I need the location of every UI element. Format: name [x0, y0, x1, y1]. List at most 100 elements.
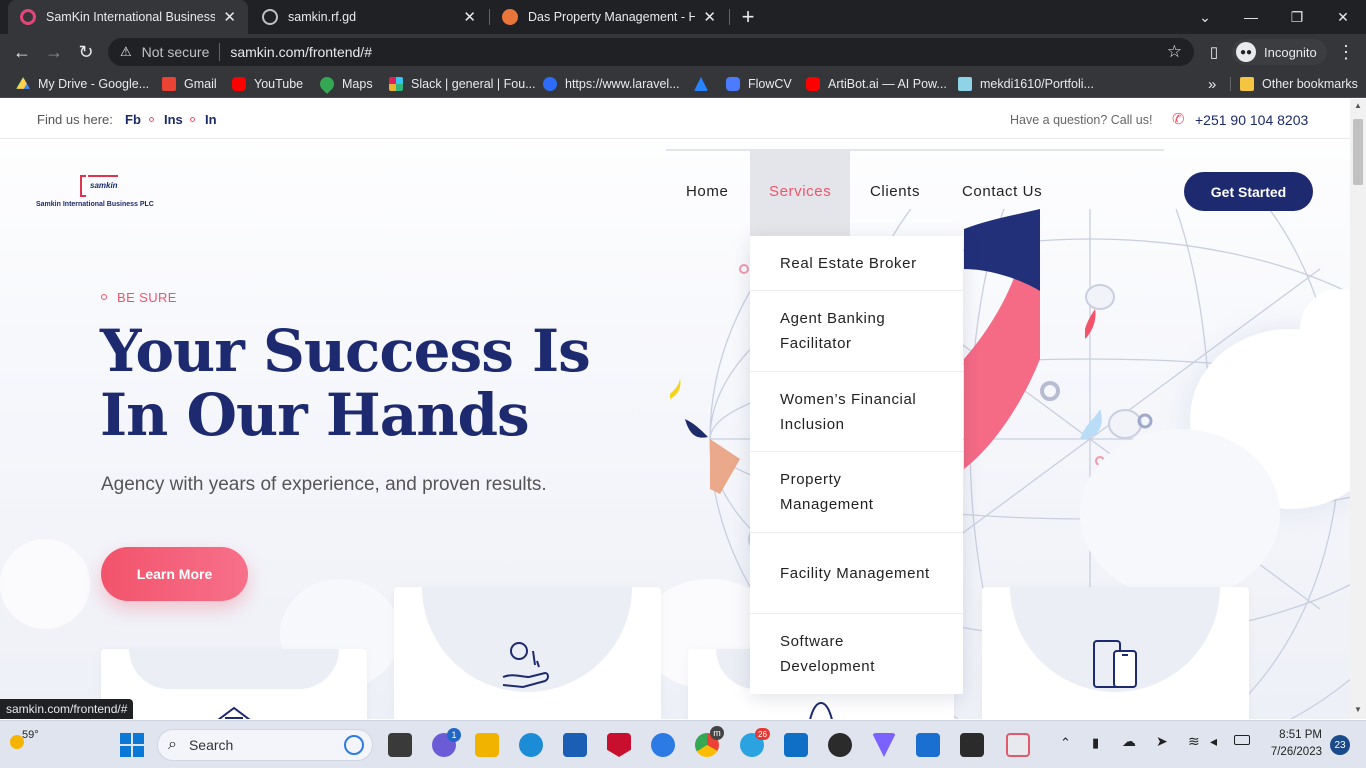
- dropdown-item-real-estate-broker[interactable]: Real Estate Broker: [750, 236, 963, 291]
- dropdown-item-womens-financial-inclusion[interactable]: Women’s Financial Inclusion: [750, 372, 963, 452]
- weather-temp[interactable]: 59°: [22, 729, 39, 741]
- bookmark-item[interactable]: FlowCV: [726, 75, 792, 93]
- back-icon[interactable]: ←: [8, 38, 36, 66]
- get-started-button[interactable]: Get Started: [1184, 172, 1313, 211]
- url-text[interactable]: samkin.com/frontend/#: [230, 44, 372, 60]
- scrollbar-thumb[interactable]: [1353, 119, 1363, 185]
- bookmark-item[interactable]: Slack | general | Fou...: [389, 75, 536, 93]
- forward-icon[interactable]: →: [40, 38, 68, 66]
- mcafee-icon[interactable]: [607, 733, 631, 757]
- clock-time[interactable]: 8:51 PM: [1272, 729, 1322, 741]
- phone-icon: ✆: [1172, 111, 1185, 128]
- incognito-label: Incognito: [1264, 44, 1317, 60]
- start-pane: [133, 746, 144, 757]
- bookmark-item[interactable]: My Drive - Google...: [16, 75, 149, 93]
- security-label[interactable]: Not secure: [142, 44, 210, 60]
- chevron-up-icon[interactable]: ⌃: [1060, 735, 1071, 751]
- logo-mark-icon: [80, 175, 86, 197]
- menu-icon[interactable]: ⋮: [1332, 38, 1360, 66]
- restore-button[interactable]: ❐: [1274, 0, 1320, 34]
- taskbar-search-box[interactable]: ⌕ Search: [157, 729, 373, 761]
- social-link-linkedin[interactable]: In: [205, 112, 217, 127]
- vscode-icon[interactable]: [784, 733, 808, 757]
- bookmark-item[interactable]: mekdi1610/Portfoli...: [958, 75, 1094, 93]
- site-topbar: Find us here: Fb Ins In Have a question?…: [0, 99, 1350, 139]
- nav-contact-us[interactable]: Contact Us: [962, 183, 1042, 200]
- bookmark-label: My Drive - Google...: [38, 77, 150, 91]
- tab-divider: [729, 9, 730, 25]
- minimize-button[interactable]: —: [1228, 0, 1274, 34]
- tab-samkin-rf[interactable]: samkin.rf.gd ✕: [250, 0, 488, 34]
- start-button[interactable]: [120, 733, 144, 757]
- address-bar[interactable]: ⚠ Not secure samkin.com/frontend/# ☆: [108, 38, 1194, 66]
- tab-samkin[interactable]: SamKin International Business PLC ✕: [8, 0, 248, 34]
- notepad-icon[interactable]: [916, 733, 940, 757]
- bookmark-item[interactable]: Maps: [317, 74, 373, 94]
- battery-icon[interactable]: [1234, 735, 1250, 745]
- browser-toolbar: ← → ↻ ⚠ Not secure samkin.com/frontend/#…: [0, 34, 1366, 70]
- nav-services[interactable]: Services: [769, 183, 831, 200]
- dropdown-item-agent-banking[interactable]: Agent Banking Facilitator: [750, 291, 963, 372]
- question-text: Have a question? Call us!: [1010, 113, 1153, 127]
- globe-icon: [262, 9, 278, 25]
- warning-icon[interactable]: ⚠: [120, 44, 132, 60]
- dropdown-item-property-management[interactable]: Property Management: [750, 452, 963, 533]
- close-icon[interactable]: ✕: [703, 8, 716, 26]
- vpn-icon[interactable]: [872, 733, 896, 757]
- bookmark-item[interactable]: [694, 75, 716, 93]
- social-link-instagram[interactable]: Ins: [164, 112, 183, 127]
- bookmark-label: Gmail: [184, 77, 217, 91]
- volume-icon[interactable]: ◂: [1210, 733, 1217, 750]
- side-panel-icon[interactable]: ▯: [1200, 38, 1228, 66]
- nav-home[interactable]: Home: [686, 183, 728, 200]
- service-card[interactable]: [101, 649, 367, 719]
- bookmarks-overflow-button[interactable]: »: [1208, 75, 1216, 93]
- close-icon[interactable]: ✕: [463, 8, 476, 26]
- bookmark-star-icon[interactable]: ☆: [1167, 42, 1182, 62]
- nav-clients[interactable]: Clients: [870, 183, 920, 200]
- phone-number[interactable]: +251 90 104 8203: [1195, 112, 1308, 128]
- store-icon[interactable]: [563, 733, 587, 757]
- wifi-icon[interactable]: ≋: [1188, 733, 1200, 750]
- file-explorer-icon[interactable]: [475, 733, 499, 757]
- incognito-profile-button[interactable]: ●● Incognito: [1232, 39, 1327, 65]
- service-card[interactable]: [982, 587, 1249, 719]
- snipping-tool-icon[interactable]: [1006, 733, 1030, 757]
- tab-search-icon[interactable]: ⌄: [1182, 0, 1228, 34]
- site-logo[interactable]: samkin Samkin International Business PLC: [36, 169, 166, 219]
- scroll-down-arrow[interactable]: ▼: [1352, 705, 1364, 715]
- scroll-up-arrow[interactable]: ▲: [1352, 101, 1364, 111]
- reload-icon[interactable]: ↻: [72, 38, 100, 66]
- tab-das-property[interactable]: Das Property Management - Home ✕: [490, 0, 728, 34]
- hero-eyebrow: BE SURE: [117, 290, 177, 305]
- new-tab-button[interactable]: +: [736, 4, 760, 30]
- usb-icon[interactable]: ▮: [1092, 735, 1099, 751]
- service-card[interactable]: [394, 587, 661, 719]
- clock-date[interactable]: 7/26/2023: [1262, 746, 1322, 758]
- task-view-icon[interactable]: [388, 733, 412, 757]
- dropdown-item-software-development[interactable]: Software Development: [750, 614, 963, 694]
- page-scrollbar[interactable]: ▲ ▼: [1350, 99, 1366, 719]
- close-window-button[interactable]: ✕: [1320, 0, 1366, 34]
- learn-more-button[interactable]: Learn More: [101, 547, 248, 601]
- social-link-facebook[interactable]: Fb: [125, 112, 141, 127]
- gmail-icon: [162, 77, 176, 91]
- bookmark-item[interactable]: https://www.laravel...: [543, 75, 680, 93]
- location-icon[interactable]: ➤: [1156, 733, 1168, 750]
- cloud-icon[interactable]: ☁: [1122, 733, 1136, 750]
- dropdown-item-facility-management[interactable]: Facility Management: [750, 533, 963, 614]
- logo-mark-line: [88, 175, 118, 177]
- media-player-icon[interactable]: [828, 733, 852, 757]
- bookmark-item[interactable]: Gmail: [162, 75, 217, 93]
- bookmark-item[interactable]: YouTube: [232, 75, 303, 93]
- bing-icon[interactable]: [344, 735, 364, 755]
- help-icon[interactable]: [651, 733, 675, 757]
- address-divider: [219, 43, 221, 61]
- bookmark-item[interactable]: ArtiBot.ai — AI Pow...: [806, 75, 947, 93]
- hand-coin-icon: [502, 642, 549, 689]
- terminal-icon[interactable]: [960, 733, 984, 757]
- edge-icon[interactable]: [519, 733, 543, 757]
- other-bookmarks-folder[interactable]: Other bookmarks: [1240, 75, 1358, 93]
- notification-badge[interactable]: 23: [1330, 735, 1350, 755]
- close-icon[interactable]: ✕: [223, 8, 236, 26]
